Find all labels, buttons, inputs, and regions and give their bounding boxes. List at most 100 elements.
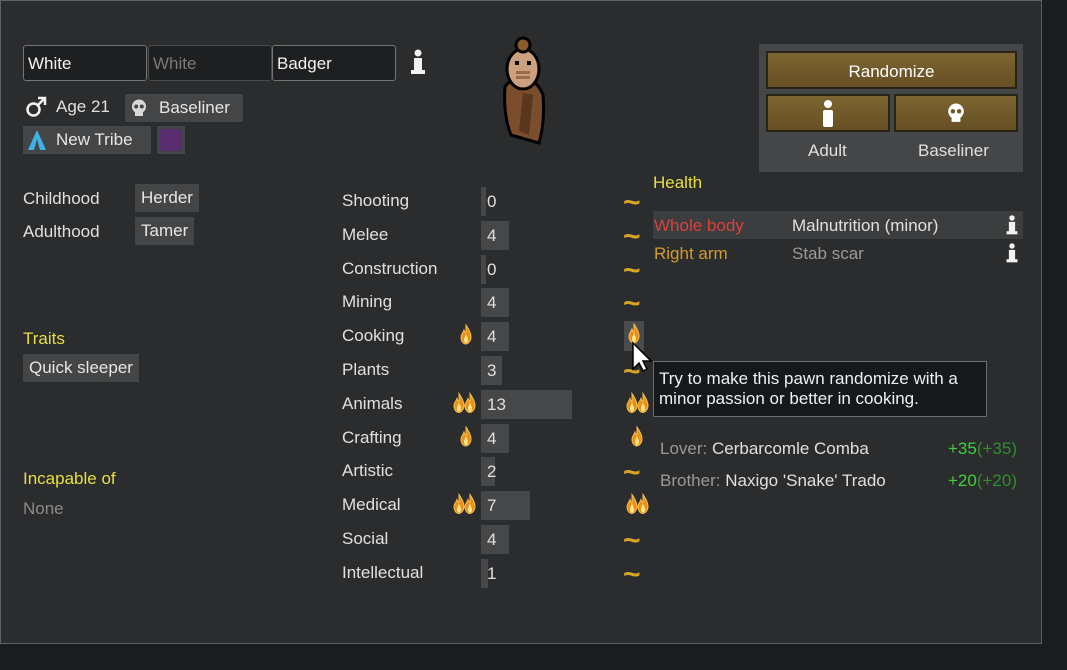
faction-label: New Tribe — [56, 130, 133, 149]
health-row[interactable]: Whole body Malnutrition (minor) — [653, 211, 1023, 239]
character-editor-panel: White White Badger Age 21 Baseliner New … — [0, 0, 1042, 644]
passion-none-button[interactable]: ~ — [623, 289, 641, 319]
info-icon[interactable] — [409, 47, 427, 77]
age-label: Age 21 — [56, 97, 110, 116]
skill-level-bar: 13 — [481, 389, 572, 419]
nickname-field[interactable]: White — [148, 45, 272, 81]
skill-level: 0 — [487, 192, 497, 211]
skill-level-bar: 7 — [481, 491, 530, 521]
skill-level-bar: 4 — [481, 322, 509, 352]
skill-level-bar: 0 — [481, 187, 496, 216]
relation-opinion: +35(+35) — [948, 439, 1017, 459]
info-icon[interactable] — [1005, 213, 1019, 242]
passion-flame-icon — [453, 491, 477, 522]
opinion-base: (+35) — [976, 439, 1018, 458]
skill-level-bar: 2 — [481, 457, 497, 487]
relation-type: Brother: — [660, 471, 721, 490]
childhood-backstory-chip[interactable]: Herder — [135, 184, 199, 212]
relation-row[interactable]: Lover: Cerbarcomle Comba — [660, 439, 869, 459]
baseliner-button[interactable] — [894, 94, 1018, 132]
mouse-cursor-icon — [631, 341, 653, 378]
skill-level: 1 — [487, 563, 497, 583]
health-condition: Malnutrition (minor) — [792, 216, 939, 235]
first-name-field[interactable]: White — [23, 45, 147, 81]
skill-level-bar: 1 — [481, 558, 496, 588]
skill-level: 13 — [487, 394, 506, 414]
skill-name: Plants — [342, 360, 390, 379]
faction-chip[interactable]: New Tribe — [23, 126, 151, 154]
incapable-heading: Incapable of — [23, 469, 116, 488]
relation-name: Cerbarcomle Comba — [711, 439, 869, 458]
skill-name: Mining — [342, 292, 393, 312]
randomize-button[interactable]: Randomize — [766, 51, 1017, 89]
passion-flame-icon — [460, 323, 472, 350]
skill-level: 2 — [487, 462, 497, 482]
passion-major-button[interactable] — [626, 390, 650, 421]
adulthood-backstory-chip[interactable]: Tamer — [135, 217, 195, 245]
male-icon — [25, 96, 47, 118]
baseliner-label: Baseliner — [918, 141, 989, 160]
skill-level-bar: 4 — [481, 220, 509, 250]
skull-icon — [131, 99, 147, 122]
passion-major-button[interactable] — [626, 491, 650, 522]
skill-level-bar: 4 — [481, 525, 509, 554]
skill-level-bar: 3 — [481, 356, 502, 385]
skill-name: Construction — [342, 258, 438, 278]
skill-level: 7 — [487, 496, 497, 516]
skill-level-bar: 4 — [481, 288, 509, 318]
skill-name: Medical — [342, 495, 401, 515]
relation-row[interactable]: Brother: Naxigo 'Snake' Trado — [660, 471, 886, 491]
passion-none-button[interactable]: ~ — [623, 559, 641, 589]
skill-name: Social — [342, 529, 389, 548]
relation-opinion: +20(+20) — [948, 471, 1017, 491]
skill-level: 4 — [487, 293, 497, 313]
passion-none-button[interactable]: ~ — [623, 221, 641, 251]
passion-tooltip: Try to make this pawn randomize with a m… — [653, 361, 987, 417]
adult-button[interactable] — [766, 94, 890, 132]
skill-name: Animals — [342, 393, 403, 413]
info-icon[interactable] — [1005, 241, 1019, 270]
skill-level: 0 — [487, 259, 497, 279]
opinion-value: +35 — [948, 439, 977, 458]
incapable-value: None — [23, 499, 64, 518]
childhood-label: Childhood — [23, 189, 100, 208]
passion-flame-icon — [453, 390, 477, 421]
faction-color-swatch[interactable] — [157, 126, 185, 154]
health-heading: Health — [653, 173, 703, 192]
skill-level: 4 — [487, 327, 497, 347]
opinion-base: (+20) — [976, 471, 1018, 490]
skill-level: 3 — [487, 361, 497, 380]
adulthood-label: Adulthood — [23, 222, 100, 241]
passion-flame-icon — [460, 424, 472, 452]
xenotype-label: Baseliner — [159, 98, 230, 117]
passion-minor-button[interactable] — [631, 424, 643, 452]
skill-level: 4 — [487, 428, 497, 448]
passion-none-button[interactable]: ~ — [623, 188, 641, 218]
pawn-portrait — [493, 35, 555, 145]
relation-type: Lover: — [660, 439, 708, 458]
skill-level-bar: 0 — [481, 254, 496, 284]
skill-name: Artistic — [342, 461, 393, 481]
health-condition: Stab scar — [792, 244, 864, 263]
adult-label: Adult — [808, 141, 847, 160]
traits-heading: Traits — [23, 329, 65, 348]
last-name-field[interactable]: Badger — [272, 45, 396, 81]
opinion-value: +20 — [948, 471, 977, 490]
health-part: Whole body — [654, 216, 744, 235]
skill-name: Melee — [342, 224, 389, 244]
skill-name: Shooting — [342, 191, 410, 210]
passion-none-button[interactable]: ~ — [623, 458, 641, 488]
skill-name: Cooking — [342, 326, 405, 346]
skill-name: Intellectual — [342, 562, 424, 582]
passion-none-button[interactable]: ~ — [623, 255, 641, 285]
skill-name: Crafting — [342, 427, 402, 447]
tribe-icon — [28, 130, 46, 155]
xenotype-chip[interactable]: Baseliner — [125, 94, 243, 122]
relation-name: Naxigo 'Snake' Trado — [725, 471, 886, 490]
health-row[interactable]: Right arm Stab scar — [653, 239, 1023, 267]
skill-level-bar: 4 — [481, 423, 509, 453]
health-part: Right arm — [654, 244, 728, 263]
trait-chip[interactable]: Quick sleeper — [23, 354, 139, 382]
passion-none-button[interactable]: ~ — [623, 526, 641, 556]
skill-level: 4 — [487, 530, 497, 549]
